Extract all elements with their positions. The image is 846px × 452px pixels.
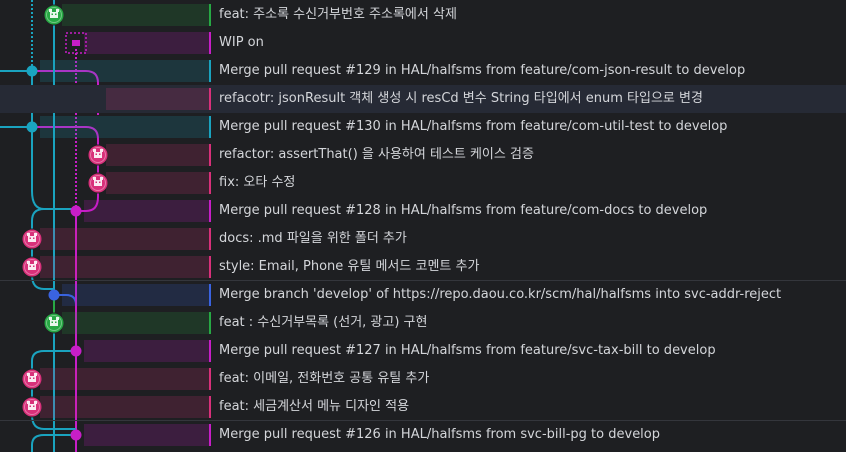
row-branch-tint	[40, 228, 209, 250]
commit-row[interactable]: feat: 이메일, 전화번호 공통 유틸 추가	[0, 365, 846, 393]
row-branch-tint	[40, 60, 209, 82]
row-separator	[0, 420, 846, 421]
row-separator	[0, 280, 846, 281]
row-branch-tint	[40, 256, 209, 278]
commit-row[interactable]: docs: .md 파일을 위한 폴더 추가	[0, 225, 846, 253]
commit-message: Merge branch 'develop' of https://repo.d…	[219, 287, 782, 302]
commit-row[interactable]: Merge pull request #128 in HAL/halfsms f…	[0, 197, 846, 225]
commit-message: style: Email, Phone 유틸 메서드 코멘트 추가	[219, 259, 480, 274]
row-branch-marker	[209, 312, 211, 334]
row-branch-marker	[209, 396, 211, 418]
commit-row[interactable]: refacotr: jsonResult 객체 생성 시 resCd 변수 St…	[0, 85, 846, 113]
row-branch-tint	[62, 4, 209, 26]
commit-row[interactable]: feat: 세금계산서 메뉴 디자인 적용	[0, 393, 846, 421]
row-branch-tint	[40, 116, 209, 138]
commit-message: fix: 오타 수정	[219, 175, 296, 190]
row-branch-tint	[62, 284, 209, 306]
commit-row[interactable]: Merge branch 'develop' of https://repo.d…	[0, 281, 846, 309]
commit-message: feat: 주소록 수신거부번호 주소록에서 삭제	[219, 7, 457, 22]
row-branch-tint	[84, 32, 209, 54]
commit-row[interactable]: fix: 오타 수정	[0, 169, 846, 197]
row-branch-marker	[209, 172, 211, 194]
row-branch-marker	[209, 340, 211, 362]
commit-row[interactable]: WIP on	[0, 29, 846, 57]
row-branch-tint	[106, 172, 209, 194]
row-branch-tint	[106, 144, 209, 166]
row-branch-marker	[209, 60, 211, 82]
commit-message: feat: 세금계산서 메뉴 디자인 적용	[219, 399, 410, 414]
row-branch-marker	[209, 228, 211, 250]
commit-row[interactable]: Merge pull request #130 in HAL/halfsms f…	[0, 113, 846, 141]
row-branch-marker	[209, 4, 211, 26]
commit-row[interactable]: refactor: assertThat() 을 사용하여 테스트 케이스 검증	[0, 141, 846, 169]
commit-message: Merge pull request #126 in HAL/halfsms f…	[219, 427, 661, 442]
commit-message: Merge pull request #130 in HAL/halfsms f…	[219, 119, 728, 134]
row-branch-marker	[209, 256, 211, 278]
commit-message: feat : 수신거부목록 (선거, 광고) 구현	[219, 315, 428, 330]
commit-message: refacotr: jsonResult 객체 생성 시 resCd 변수 St…	[219, 91, 703, 106]
commit-message: feat: 이메일, 전화번호 공통 유틸 추가	[219, 371, 430, 386]
commit-row[interactable]: Merge pull request #129 in HAL/halfsms f…	[0, 57, 846, 85]
row-branch-marker	[209, 200, 211, 222]
row-branch-tint	[106, 88, 209, 110]
row-branch-marker	[209, 32, 211, 54]
row-branch-marker	[209, 284, 211, 306]
commit-message: Merge pull request #127 in HAL/halfsms f…	[219, 343, 716, 358]
commit-row[interactable]: Merge pull request #126 in HAL/halfsms f…	[0, 421, 846, 449]
row-branch-tint	[40, 368, 209, 390]
commit-list: feat: 주소록 수신거부번호 주소록에서 삭제 WIP on Merge pul…	[0, 0, 846, 452]
commit-row[interactable]: style: Email, Phone 유틸 메서드 코멘트 추가	[0, 253, 846, 281]
commit-message: Merge pull request #128 in HAL/halfsms f…	[219, 203, 708, 218]
row-branch-tint	[84, 424, 209, 446]
commit-message: docs: .md 파일을 위한 폴더 추가	[219, 231, 407, 246]
row-branch-tint	[62, 312, 209, 334]
commit-message: WIP on	[219, 35, 264, 50]
commit-row[interactable]: Merge pull request #127 in HAL/halfsms f…	[0, 337, 846, 365]
commit-row[interactable]: feat: 주소록 수신거부번호 주소록에서 삭제	[0, 1, 846, 29]
commit-message: Merge pull request #129 in HAL/halfsms f…	[219, 63, 746, 78]
row-branch-tint	[40, 396, 209, 418]
row-branch-marker	[209, 368, 211, 390]
row-branch-tint	[84, 200, 209, 222]
row-branch-tint	[84, 340, 209, 362]
row-branch-marker	[209, 424, 211, 446]
commit-row[interactable]: feat : 수신거부목록 (선거, 광고) 구현	[0, 309, 846, 337]
row-branch-marker	[209, 116, 211, 138]
row-branch-marker	[209, 144, 211, 166]
row-branch-marker	[209, 88, 211, 110]
commit-graph-view: feat: 주소록 수신거부번호 주소록에서 삭제 WIP on Merge pul…	[0, 0, 846, 452]
commit-message: refactor: assertThat() 을 사용하여 테스트 케이스 검증	[219, 147, 534, 162]
